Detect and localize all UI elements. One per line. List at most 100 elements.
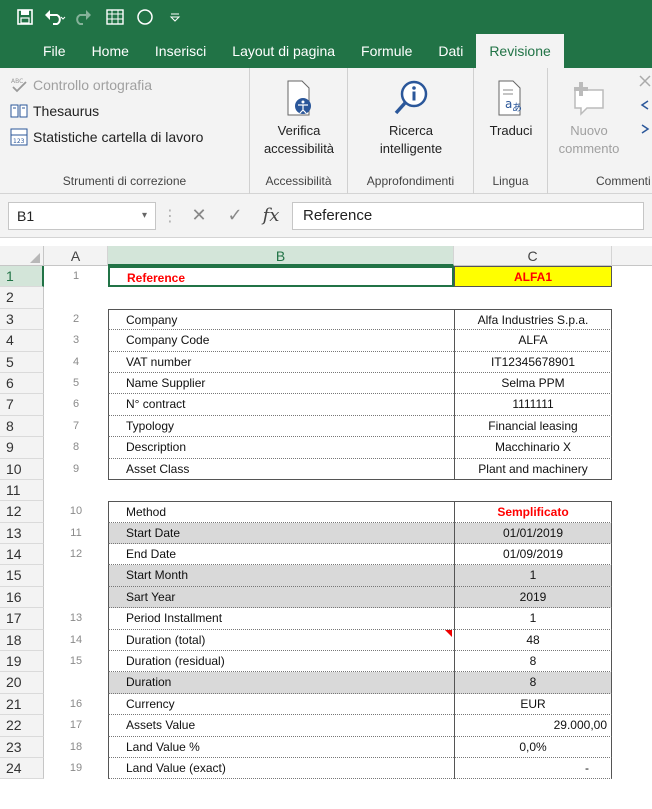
row-header[interactable]: 12 [0, 501, 44, 523]
row-header[interactable]: 3 [0, 308, 44, 331]
tab-formulas[interactable]: Formule [348, 34, 425, 68]
cell-b[interactable]: Description [108, 437, 454, 459]
next-comment-icon[interactable] [638, 122, 652, 136]
cell-a[interactable] [44, 480, 108, 501]
cell-c[interactable]: Alfa Industries S.p.a. [454, 308, 612, 331]
cell-a[interactable]: 10 [44, 501, 108, 522]
row-header[interactable]: 18 [0, 629, 44, 652]
formula-input[interactable]: Reference [292, 201, 644, 230]
smart-lookup-button[interactable]: Ricerca intelligente [348, 76, 474, 158]
row-header[interactable]: 22 [0, 715, 44, 737]
column-header-a[interactable]: A [44, 246, 108, 266]
cell-b[interactable]: Duration [108, 672, 454, 694]
spelling-button[interactable]: ABC Controllo ortografia [10, 76, 152, 94]
cell-c[interactable]: Macchinario X [454, 437, 612, 459]
tab-review[interactable]: Revisione [476, 34, 564, 68]
cell-c[interactable]: 8 [454, 651, 612, 673]
column-header-c[interactable]: C [454, 246, 612, 266]
cell-c[interactable]: - [454, 757, 612, 780]
cell-a[interactable]: 11 [44, 523, 108, 544]
cell-a[interactable]: 15 [44, 651, 108, 672]
cell-c[interactable]: Financial leasing [454, 415, 612, 438]
cell-b[interactable]: Land Value % [108, 736, 454, 758]
cell-a[interactable]: 5 [44, 373, 108, 394]
row-header[interactable]: 20 [0, 672, 44, 694]
delete-comment-icon[interactable] [638, 74, 652, 88]
cell-a[interactable]: 14 [44, 630, 108, 651]
cell-c[interactable]: EUR [454, 693, 612, 716]
tab-page-layout[interactable]: Layout di pagina [219, 34, 348, 68]
cell-c[interactable] [454, 287, 612, 308]
cell-c-reference-value[interactable]: ALFA1 [454, 266, 612, 288]
circle-shape-icon[interactable] [132, 4, 158, 30]
cell-b[interactable]: Assets Value [108, 715, 454, 737]
cell-c[interactable]: ALFA [454, 330, 612, 352]
row-header[interactable]: 4 [0, 330, 44, 352]
row-header[interactable]: 23 [0, 736, 44, 758]
cell-a[interactable]: 6 [44, 394, 108, 415]
cell-a[interactable]: 9 [44, 459, 108, 480]
cell-a[interactable]: 13 [44, 608, 108, 629]
cell-a[interactable]: 16 [44, 694, 108, 715]
cell-a[interactable]: 3 [44, 330, 108, 351]
cell-b[interactable]: Duration (residual) [108, 651, 454, 673]
row-header[interactable]: 11 [0, 479, 44, 502]
cell-b[interactable]: VAT number [108, 351, 454, 373]
cell-a[interactable]: 4 [44, 352, 108, 373]
cell-b[interactable]: Asset Class [108, 458, 454, 480]
chevron-down-icon[interactable]: ▾ [142, 210, 147, 221]
cell-a[interactable]: 2 [44, 309, 108, 330]
insert-function-icon[interactable]: fx [256, 205, 286, 226]
tab-data[interactable]: Dati [425, 34, 476, 68]
cell-b[interactable]: Sart Year [108, 586, 454, 609]
cell-b[interactable]: Duration (total) [108, 629, 454, 652]
cell-a[interactable] [44, 587, 108, 608]
cell-c[interactable]: 1 [454, 565, 612, 587]
cell-b[interactable] [108, 287, 454, 308]
undo-icon[interactable] [42, 4, 68, 30]
row-header[interactable]: 9 [0, 437, 44, 459]
save-icon[interactable] [12, 4, 38, 30]
customize-toolbar-icon[interactable] [162, 4, 188, 30]
cell-c-method-value[interactable]: Semplificato [454, 501, 612, 523]
tab-file[interactable]: File [30, 34, 79, 68]
cell-b[interactable]: Currency [108, 693, 454, 716]
thesaurus-button[interactable]: Thesaurus [10, 102, 99, 120]
row-header[interactable]: 14 [0, 544, 44, 566]
cell-c[interactable]: 1111111 [454, 394, 612, 416]
cell-c[interactable]: 48 [454, 629, 612, 652]
row-header[interactable]: 15 [0, 565, 44, 587]
cell-a[interactable]: 17 [44, 715, 108, 736]
cell-a[interactable] [44, 565, 108, 586]
cell-b[interactable]: N° contract [108, 394, 454, 416]
cell-a[interactable]: 8 [44, 437, 108, 458]
cell-b[interactable]: Name Supplier [108, 372, 454, 395]
row-header[interactable]: 10 [0, 458, 44, 480]
tab-insert[interactable]: Inserisci [142, 34, 219, 68]
cell-a[interactable] [44, 672, 108, 693]
row-header[interactable]: 13 [0, 522, 44, 545]
row-header[interactable]: 8 [0, 415, 44, 438]
cell-a[interactable]: 18 [44, 737, 108, 758]
column-header-b[interactable]: B [108, 246, 454, 266]
previous-comment-icon[interactable] [638, 98, 652, 112]
cell-b[interactable]: Company [108, 308, 454, 331]
cell-c[interactable]: 0,0% [454, 736, 612, 758]
worksheet[interactable]: A B C 1 1 Reference ALFA1 2 3 2 Company … [0, 238, 652, 780]
cell-b[interactable]: Company Code [108, 330, 454, 352]
row-header[interactable]: 16 [0, 586, 44, 609]
redo-icon[interactable] [72, 4, 98, 30]
row-header[interactable]: 6 [0, 372, 44, 395]
cell-b[interactable]: Start Month [108, 565, 454, 587]
cell-b[interactable]: Land Value (exact) [108, 757, 454, 780]
cell-b[interactable]: Method [108, 501, 454, 523]
row-header[interactable]: 21 [0, 693, 44, 716]
row-header[interactable]: 7 [0, 394, 44, 416]
new-comment-button[interactable]: Nuovo commento [554, 76, 624, 158]
cell-a[interactable]: 12 [44, 544, 108, 565]
cell-c[interactable]: 01/01/2019 [454, 522, 612, 545]
cell-a[interactable]: 1 [44, 266, 108, 287]
cell-b[interactable]: Period Installment [108, 608, 454, 630]
table-icon[interactable] [102, 4, 128, 30]
cell-a[interactable]: 7 [44, 416, 108, 437]
